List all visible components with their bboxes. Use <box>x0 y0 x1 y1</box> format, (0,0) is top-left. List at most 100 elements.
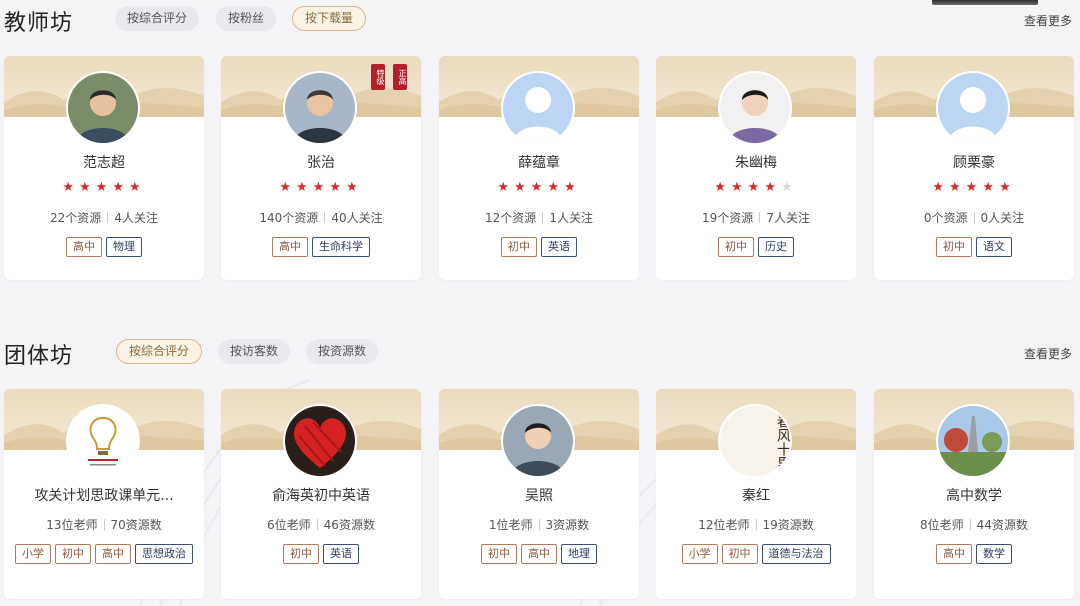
level-tag[interactable]: 小学 <box>15 544 51 564</box>
teacher-card[interactable]: 顾栗豪 ★★★★★ 0个资源 0人关注 初中 语文 <box>874 56 1074 280</box>
level-tag[interactable]: 高中 <box>66 237 102 257</box>
card-tags: 小学 初中 道德与法治 <box>656 544 856 564</box>
star-icon: ★ <box>530 180 548 195</box>
card-name[interactable]: 吴照 <box>449 485 629 505</box>
card-stats: 13位老师 70资源数 <box>4 516 204 533</box>
group-card[interactable]: 攻关计划思政课单元... 13位老师 70资源数 小学 初中 高中 思想政治 <box>4 389 204 599</box>
card-name[interactable]: 攻关计划思政课单元... <box>14 485 194 505</box>
card-name[interactable]: 高中数学 <box>884 485 1064 505</box>
card-name[interactable]: 顾栗豪 <box>884 152 1064 172</box>
star-icon: ★ <box>780 180 798 195</box>
card-tags: 小学 初中 高中 思想政治 <box>4 544 204 564</box>
stat-secondary: 4人关注 <box>114 211 158 225</box>
level-tag[interactable]: 初中 <box>721 544 758 564</box>
teacher-photo-icon[interactable] <box>68 73 138 143</box>
card-stats: 1位老师 3资源数 <box>439 516 639 533</box>
star-icon: ★ <box>514 180 531 195</box>
group-view-more-link[interactable]: 查看更多 <box>1024 345 1072 362</box>
group-section-title: 团体坊 <box>4 344 74 369</box>
level-tag[interactable]: 初中 <box>481 544 517 564</box>
star-icon: ★ <box>312 180 330 195</box>
subject-tag[interactable]: 物理 <box>106 237 142 257</box>
star-icon: ★ <box>547 180 564 195</box>
card-name[interactable]: 薛蕴章 <box>449 152 629 172</box>
stat-divider <box>316 519 318 530</box>
stat-secondary: 44资源数 <box>976 518 1028 532</box>
teacher-card[interactable]: 朱幽梅 ★★★★★ 19个资源 7人关注初中 历史 <box>656 56 856 280</box>
card-name[interactable]: 范志超 <box>14 152 194 172</box>
card-name[interactable]: 秦红 <box>666 485 846 505</box>
stat-primary: 19个资源 <box>702 211 754 225</box>
default-user-icon[interactable] <box>503 73 573 143</box>
card-name[interactable]: 俞海英初中英语 <box>231 485 411 505</box>
subject-tag[interactable]: 语文 <box>976 237 1012 257</box>
teacher-card[interactable]: 薛蕴章 ★★★★★ 12个资源 1人关注 初中 英语 <box>439 56 639 280</box>
group-sort-composite[interactable]: 按综合评分 <box>116 339 203 364</box>
group-card[interactable]: 高中数学 8位老师 44资源数 高中 数学 <box>874 389 1074 599</box>
default-user-icon[interactable] <box>938 73 1008 143</box>
teacher-view-more-link[interactable]: 查看更多 <box>1024 12 1072 29</box>
stat-divider <box>542 212 544 223</box>
rating-stars: ★★★★★ <box>874 180 1074 195</box>
level-tag[interactable]: 小学 <box>681 544 718 564</box>
subject-tag[interactable]: 思想政治 <box>135 544 193 564</box>
teacher-sort-fans[interactable]: 按粉丝 <box>216 6 277 31</box>
subject-tag[interactable]: 地理 <box>561 544 597 564</box>
star-icon: ★ <box>764 180 781 195</box>
group-card[interactable]: 吴照 1位老师 3资源数 初中 高中 地理 <box>439 389 639 599</box>
subject-tag[interactable]: 生命科学 <box>312 237 370 257</box>
card-tags: 高中 数学 <box>874 544 1074 564</box>
teacher-photo-icon[interactable] <box>503 406 573 476</box>
group-sort-resources[interactable]: 按资源数 <box>306 339 379 364</box>
card-stats: 22个资源 4人关注 <box>4 209 204 226</box>
level-tag[interactable]: 高中 <box>521 544 557 564</box>
teacher-sort-composite[interactable]: 按综合评分 <box>115 6 200 31</box>
lightbulb-logo-icon[interactable] <box>68 406 138 476</box>
level-tag[interactable]: 高中 <box>95 544 131 564</box>
calligraphy-logo-icon[interactable]: 春风十里 <box>720 406 790 476</box>
teacher-photo-icon[interactable] <box>720 73 790 143</box>
heart-logo-icon[interactable] <box>285 406 355 476</box>
stat-secondary: 40人关注 <box>331 211 383 225</box>
rating-stars: ★★★★★ <box>656 180 856 195</box>
teacher-photo-icon[interactable] <box>285 73 355 143</box>
star-icon: ★ <box>79 180 96 195</box>
group-sort-visitors[interactable]: 按访客数 <box>218 339 291 364</box>
level-tag[interactable]: 初中 <box>936 237 972 257</box>
stat-primary: 140个资源 <box>259 211 319 225</box>
stat-primary: 22个资源 <box>50 211 102 225</box>
level-tag[interactable]: 初中 <box>718 237 754 257</box>
subject-tag[interactable]: 历史 <box>758 237 794 257</box>
subject-tag[interactable]: 道德与法治 <box>761 544 831 564</box>
top-bar-fragment <box>932 0 1038 5</box>
level-tag[interactable]: 初中 <box>501 237 537 257</box>
star-icon: ★ <box>982 180 999 195</box>
star-icon: ★ <box>95 180 113 195</box>
card-stats: 8位老师 44资源数 <box>874 516 1074 533</box>
subject-tag[interactable]: 英语 <box>541 237 577 257</box>
stat-divider <box>969 519 971 530</box>
stat-primary: 1位老师 <box>488 518 533 532</box>
level-tag[interactable]: 高中 <box>936 544 972 564</box>
card-name[interactable]: 张治 <box>231 152 411 172</box>
card-name[interactable]: 朱幽梅 <box>666 152 846 172</box>
star-icon: ★ <box>747 180 765 195</box>
photo-icon[interactable] <box>938 406 1008 476</box>
group-card[interactable]: 春风十里 秦红 12位老师 19资源数 小学 初中 道德与法治 <box>656 389 856 599</box>
level-tag[interactable]: 初中 <box>55 544 91 564</box>
star-icon: ★ <box>714 180 732 195</box>
teacher-card[interactable]: 范志超 ★★★★★ 22个资源 4人关注 高中 物理 <box>4 56 204 280</box>
level-tag[interactable]: 高中 <box>272 237 308 257</box>
subject-tag[interactable]: 英语 <box>323 544 359 564</box>
level-tag[interactable]: 初中 <box>283 544 319 564</box>
star-icon: ★ <box>949 180 966 195</box>
subject-tag[interactable]: 数学 <box>976 544 1012 564</box>
stat-secondary: 19资源数 <box>762 518 814 532</box>
star-icon: ★ <box>965 180 983 195</box>
star-icon: ★ <box>998 180 1016 195</box>
card-tags: 初中 高中 地理 <box>439 544 639 564</box>
card-stats: 19个资源 7人关注 <box>656 209 856 226</box>
teacher-card[interactable]: 特级 正高 张治 ★★★★★ 140个资源 40人关注 高中 生命科学 <box>221 56 421 280</box>
teacher-sort-downloads[interactable]: 按下载量 <box>292 6 367 31</box>
group-card[interactable]: 俞海英初中英语 6位老师 46资源数 初中 英语 <box>221 389 421 599</box>
